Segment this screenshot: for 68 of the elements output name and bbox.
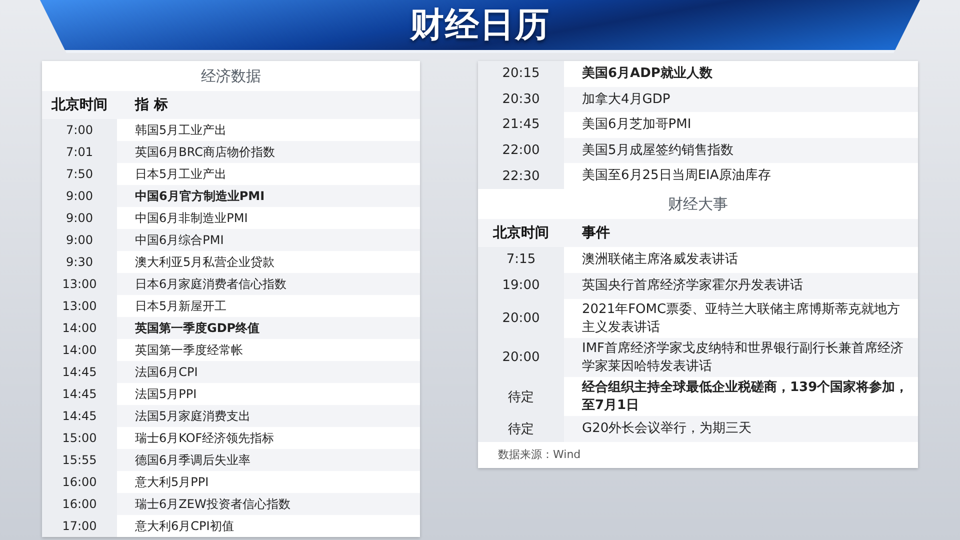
time-cell: 20:30 [478, 86, 564, 112]
time-cell: 待定 [478, 416, 564, 442]
event-cell-text: 韩国5月工业产出 [134, 122, 228, 139]
time-cell: 15:55 [42, 449, 117, 471]
source-note: 数据来源：Wind [497, 447, 582, 464]
time-cell: 14:45 [42, 405, 117, 427]
time-cell: 20:00 [478, 298, 564, 338]
event-cell-text: 意大利6月CPI初值 [134, 518, 235, 535]
time-cell: 7:50 [42, 163, 117, 185]
time-cell: 13:00 [42, 295, 117, 317]
time-cell: 16:00 [42, 471, 117, 493]
event-cell-text: 美国6月ADP就业人数 [581, 64, 714, 84]
event-cell-text: 德国6月季调后失业率 [134, 452, 252, 469]
time-cell: 20:15 [478, 61, 564, 87]
event-cell-text: IMF首席经济学家戈皮纳特和世界银行副行长兼首席经济学家莱因哈特发表讲话 [581, 340, 905, 376]
time-cell: 22:00 [478, 138, 564, 164]
event-cell-text: 美国6月芝加哥PMI [581, 116, 692, 134]
banner-title: 财经日历 [410, 4, 550, 47]
event-cell-text: 英国央行首席经济学家霍尔丹发表讲话 [581, 277, 804, 296]
time-cell: 13:00 [42, 273, 117, 295]
event-cell-text: 中国6月非制造业PMI [134, 210, 249, 227]
event-cell-text: 加拿大4月GDP [581, 90, 672, 109]
column-header: 北京时间 [492, 224, 550, 243]
event-cell-text: 中国6月综合PMI [134, 232, 225, 249]
event-cell-text: 美国至6月25日当周EIA原油库存 [581, 167, 772, 186]
time-cell: 9:00 [42, 185, 117, 207]
event-cell-text: 英国第一季度经常帐 [134, 342, 244, 359]
time-cell: 16:00 [42, 493, 117, 515]
event-cell-text: 美国5月成屋签约销售指数 [581, 142, 734, 160]
event-cell-text: G20外长会议举行，为期三天 [581, 420, 753, 438]
event-cell-text: 英国第一季度GDP终值 [134, 320, 261, 337]
event-cell-text: 瑞士6月KOF经济领先指标 [134, 430, 276, 447]
event-cell-text: 日本5月工业产出 [134, 166, 228, 183]
time-cell: 7:01 [42, 141, 117, 163]
column-header: 北京时间 [50, 96, 108, 115]
event-cell-text: 澳大利亚5月私营企业贷款 [134, 254, 276, 271]
time-cell: 7:15 [478, 246, 564, 273]
time-cell: 14:00 [42, 317, 117, 339]
event-cell-text: 澳洲联储主席洛威发表讲话 [581, 251, 739, 270]
time-cell: 9:30 [42, 251, 117, 273]
event-cell-text: 日本6月家庭消费者信心指数 [134, 276, 288, 293]
time-cell: 14:45 [42, 383, 117, 405]
time-cell: 22:30 [478, 163, 564, 189]
time-cell: 9:00 [42, 207, 117, 229]
event-cell-text: 法国6月CPI [134, 364, 199, 381]
section-title: 经济数据 [200, 66, 262, 87]
event-cell-text: 经合组织主持全球最低企业税磋商，139个国家将参加，至7月1日 [580, 378, 910, 415]
column-header: 事件 [581, 224, 611, 243]
time-cell: 14:00 [42, 339, 117, 361]
event-cell-text: 中国6月官方制造业PMI [134, 188, 266, 205]
event-cell-text: 日本5月新屋开工 [134, 298, 228, 315]
time-cell: 19:00 [478, 272, 564, 299]
time-cell: 待定 [478, 377, 564, 416]
time-cell: 17:00 [42, 515, 117, 537]
event-cell-text: 法国5月家庭消费支出 [134, 408, 252, 425]
event-cell-text: 英国6月BRC商店物价指数 [134, 144, 276, 161]
time-cell: 14:45 [42, 361, 117, 383]
time-cell: 7:00 [42, 119, 117, 141]
section-title: 财经大事 [667, 194, 729, 215]
event-cell-text: 2021年FOMC票委、亚特兰大联储主席博斯蒂克就地方主义发表讲话 [581, 300, 902, 337]
event-cell-text: 法国5月PPI [134, 386, 198, 403]
time-cell: 21:45 [478, 112, 564, 138]
column-header: 指 标 [134, 96, 169, 115]
event-cell-text: 瑞士6月ZEW投资者信心指数 [134, 496, 292, 513]
event-cell-text: 意大利5月PPI [134, 474, 210, 491]
time-cell: 15:00 [42, 427, 117, 449]
time-cell: 9:00 [42, 229, 117, 251]
time-cell: 20:00 [478, 338, 564, 378]
